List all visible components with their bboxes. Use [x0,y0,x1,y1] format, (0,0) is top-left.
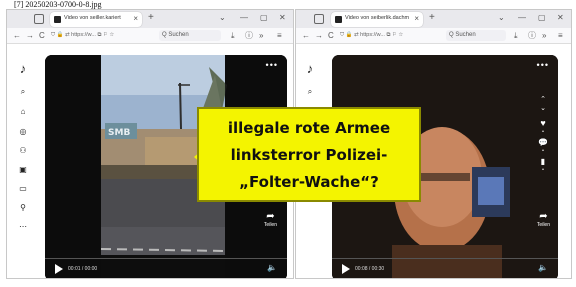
video-controls: 00:08 / 00:30 🔈 [332,259,558,278]
svg-text:SMB: SMB [108,128,130,138]
url-bar[interactable]: ⛉ 🔒 ⇄ https://w... ⧉ ⚐ ☆ [340,31,403,40]
nav-bar: ← → C ⛉ 🔒 ⇄ https://w... ⧉ ⚐ ☆ Q Suchen … [296,28,571,44]
comment-count: • [542,148,544,154]
video-time: 00:08 / 00:30 [355,266,385,272]
new-tab-button[interactable]: + [429,12,435,24]
list-all-tabs-icon[interactable]: ⌄ [219,13,226,23]
overflow-icon[interactable]: » [259,30,263,41]
tab-title: Video von seiller.kariert [64,15,121,21]
video-action-rail: ⌃ ⌄ ♥ • 💬 • ▮ • [536,95,550,173]
forward-icon[interactable]: → [315,30,323,41]
reload-icon[interactable]: C [328,30,334,41]
url-bar[interactable]: ⛉ 🔒 ⇄ https://w... ⧉ ⚐ ☆ [51,31,114,40]
tab-bar: Video von seiberlik.dachm × + ⌄ — ▢ ✕ [296,10,571,28]
tab-bar: Video von seiller.kariert × + ⌄ — ▢ ✕ [7,10,293,28]
home-icon[interactable]: ⌂ [17,107,29,117]
tab-list-icon[interactable] [314,14,324,24]
annotation-line-1: illegale rote Armee [227,119,391,137]
back-icon[interactable]: ← [302,30,310,41]
more-icon[interactable]: ⋯ [17,222,29,232]
download-icon[interactable]: ⤓ [514,30,518,41]
browser-tab[interactable]: Video von seiller.kariert × [50,12,142,27]
share-icon: ➦ [539,211,548,222]
maximize-button[interactable]: ▢ [538,13,546,23]
info-icon[interactable]: ⓘ [528,30,536,41]
like-icon[interactable]: ♥ [536,117,550,129]
reload-icon[interactable]: C [39,30,45,41]
tab-close-icon[interactable]: × [133,14,138,24]
next-video-icon[interactable]: ⌄ [536,104,550,113]
tab-close-icon[interactable]: × [414,14,419,24]
share-button[interactable]: ➦ Teilen [264,212,277,229]
live-icon[interactable]: ▭ [17,184,29,194]
tiktok-favicon-icon [54,16,61,23]
play-icon[interactable] [342,264,350,274]
share-label: Teilen [536,222,550,228]
close-window-button[interactable]: ✕ [557,13,564,23]
search-icon[interactable]: ⌕ [17,87,29,97]
previous-video-icon[interactable]: ⌃ [536,95,550,104]
close-window-button[interactable]: ✕ [279,13,286,23]
overflow-icon[interactable]: » [542,30,546,41]
info-icon[interactable]: ⓘ [245,30,253,41]
nav-bar: ← → C ⛉ 🔒 ⇄ https://w... ⧉ ⚐ ☆ Q Suchen … [7,28,293,44]
bookmark-count: • [542,167,544,173]
annotation-line-2: linksterror Polizei- [230,146,388,164]
minimize-button[interactable]: — [240,13,248,23]
forward-icon[interactable]: → [26,30,34,41]
search-input[interactable]: Q Suchen [446,30,506,41]
like-count: • [542,129,544,135]
comment-icon[interactable]: 💬 [536,137,550,148]
more-options-icon[interactable]: ••• [537,61,549,70]
explore-icon[interactable]: ◎ [17,127,29,137]
volume-icon[interactable]: 🔈 [267,263,277,273]
video-time: 00:01 / 00:00 [68,266,98,272]
maximize-button[interactable]: ▢ [260,13,268,23]
tiktok-favicon-icon [335,16,342,23]
more-options-icon[interactable]: ••• [266,61,278,70]
list-all-tabs-icon[interactable]: ⌄ [498,13,505,23]
menu-icon[interactable]: ≡ [558,30,563,41]
volume-icon[interactable]: 🔈 [538,263,548,273]
video-controls: 00:01 / 00:00 🔈 [45,259,287,278]
new-tab-button[interactable]: + [148,12,154,24]
upload-icon[interactable]: ▣ [17,165,29,175]
share-label: Teilen [263,222,277,228]
menu-icon[interactable]: ≡ [277,30,282,41]
minimize-button[interactable]: — [518,13,526,23]
annotation-line-3: „Folter-Wache“? [239,173,379,191]
profile-icon[interactable]: ⚲ [17,203,29,213]
tiktok-logo-icon[interactable]: ♪ [304,62,316,76]
download-icon[interactable]: ⤓ [231,30,235,41]
play-icon[interactable] [55,264,63,274]
share-icon: ➦ [266,211,275,222]
following-icon[interactable]: ⚇ [17,146,29,156]
share-button[interactable]: ➦ Teilen [537,212,550,229]
browser-tab[interactable]: Video von seiberlik.dachm × [331,12,423,27]
search-icon[interactable]: ⌕ [304,87,316,97]
tab-title: Video von seiberlik.dachm [345,15,409,21]
search-input[interactable]: Q Suchen [159,30,221,41]
back-icon[interactable]: ← [13,30,21,41]
bookmark-icon[interactable]: ▮ [536,156,550,167]
tiktok-logo-icon[interactable]: ♪ [17,62,29,76]
annotation-box: illegale rote Armee linksterror Polizei-… [197,107,421,202]
tab-list-icon[interactable] [34,14,44,24]
